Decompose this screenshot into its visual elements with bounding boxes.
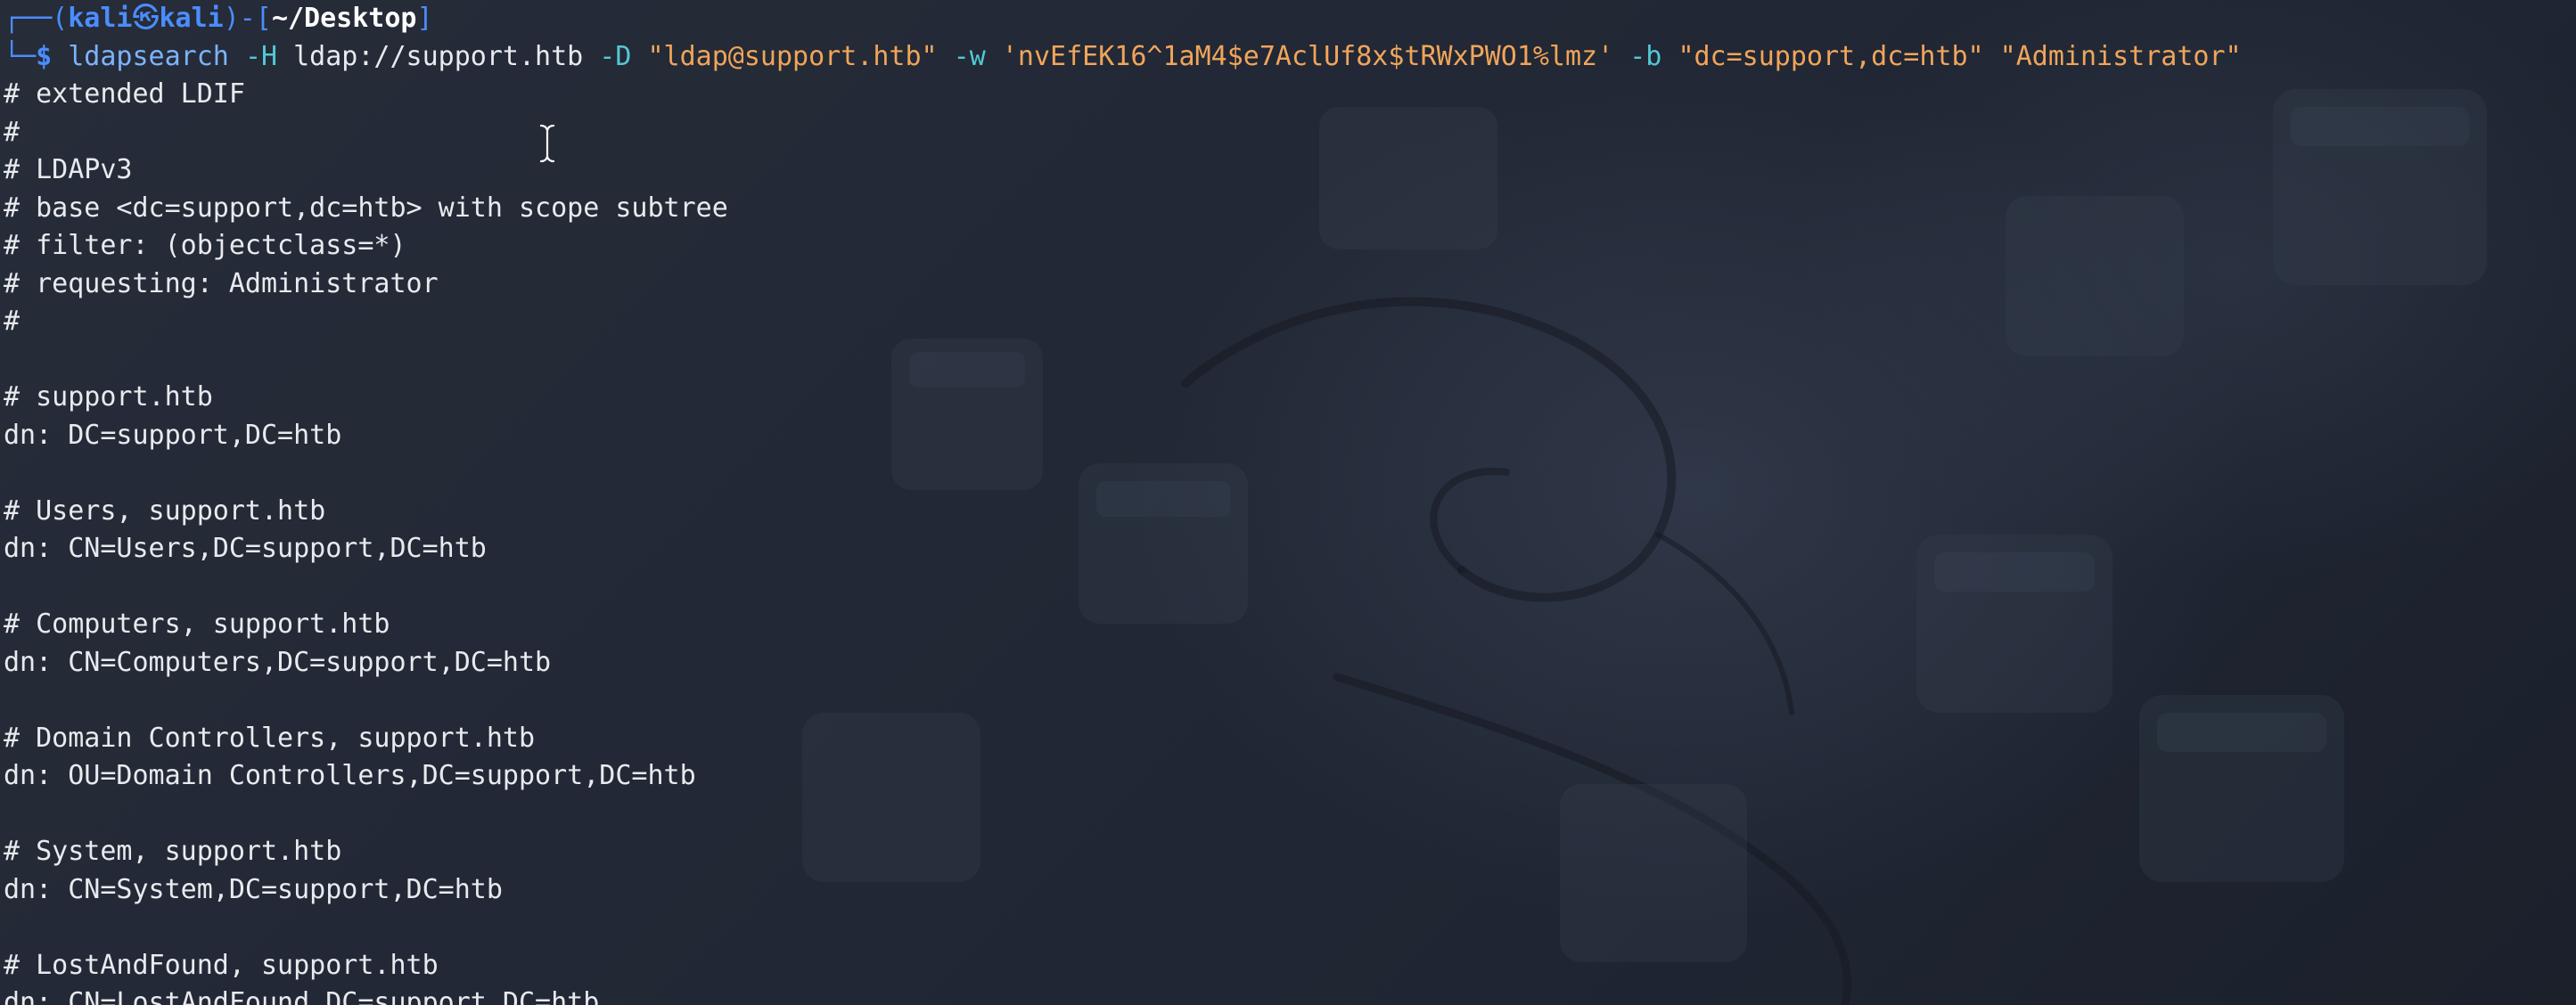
output-line: # System, support.htb: [4, 836, 342, 867]
output-line: # extended LDIF: [4, 78, 245, 110]
prompt-user: kali: [68, 3, 133, 34]
prompt-host: kali: [159, 3, 224, 34]
command-line[interactable]: └─$ ldapsearch -H ldap://support.htb -D …: [4, 38, 2576, 77]
command-program: ldapsearch: [68, 40, 229, 72]
prompt-line-top: ┌──(kali㉿kali)-[~/Desktop]: [4, 0, 2576, 38]
command-url: ldap://support.htb: [293, 40, 584, 72]
prompt-close: ]: [416, 3, 433, 34]
output-line: #: [4, 306, 21, 337]
prompt-corner-bottom: └─: [4, 40, 37, 72]
output-line: # LostAndFound, support.htb: [4, 949, 439, 981]
output-line: # support.htb: [4, 381, 213, 413]
output-line: dn: CN=Users,DC=support,DC=htb: [4, 533, 487, 564]
prompt-mid: )-[: [223, 3, 272, 34]
command-flag-d: -D: [599, 40, 632, 72]
command-bind-dn: "ldap@support.htb": [647, 40, 938, 72]
output-line: # Users, support.htb: [4, 494, 326, 527]
output-line: dn: OU=Domain Controllers,DC=support,DC=…: [4, 760, 696, 791]
output-line: # filter: (objectclass=*): [4, 230, 406, 261]
prompt-at-symbol: ㉿: [132, 3, 160, 34]
output-line: # Computers, support.htb: [4, 609, 390, 640]
output-line: #: [4, 116, 21, 148]
command-flag-h: -H: [244, 40, 278, 72]
text-cursor-icon: [539, 124, 555, 163]
command-flag-w: -w: [953, 40, 986, 72]
terminal-window[interactable]: ┌──(kali㉿kali)-[~/Desktop] └─$ ldapsearc…: [0, 0, 2576, 1005]
prompt-dollar: $: [36, 40, 53, 72]
output-line: dn: CN=Computers,DC=support,DC=htb: [4, 646, 552, 678]
output-line: # Domain Controllers, support.htb: [4, 722, 536, 754]
prompt-cwd: ~/Desktop: [271, 3, 417, 34]
output-line: # base <dc=support,dc=htb> with scope su…: [4, 192, 728, 224]
command-password: 'nvEfEK16^1aM4$e7AclUf8x$tRWxPWO1%lmz': [1001, 40, 1614, 72]
command-base-dn: "dc=support,dc=htb": [1678, 40, 1984, 72]
terminal-output: ┌──(kali㉿kali)-[~/Desktop] └─$ ldapsearc…: [4, 0, 2576, 1005]
output-line: dn: CN=LostAndFound,DC=support,DC=htb: [4, 987, 600, 1005]
output-line: dn: DC=support,DC=htb: [4, 419, 342, 451]
output-line: # LDAPv3: [4, 154, 133, 185]
output-line: dn: CN=System,DC=support,DC=htb: [4, 873, 503, 905]
prompt-corner-top: ┌──(: [4, 3, 69, 34]
output-line: # requesting: Administrator: [4, 267, 439, 299]
command-attribute: "Administrator": [1999, 40, 2242, 72]
command-flag-b: -b: [1629, 40, 1662, 72]
